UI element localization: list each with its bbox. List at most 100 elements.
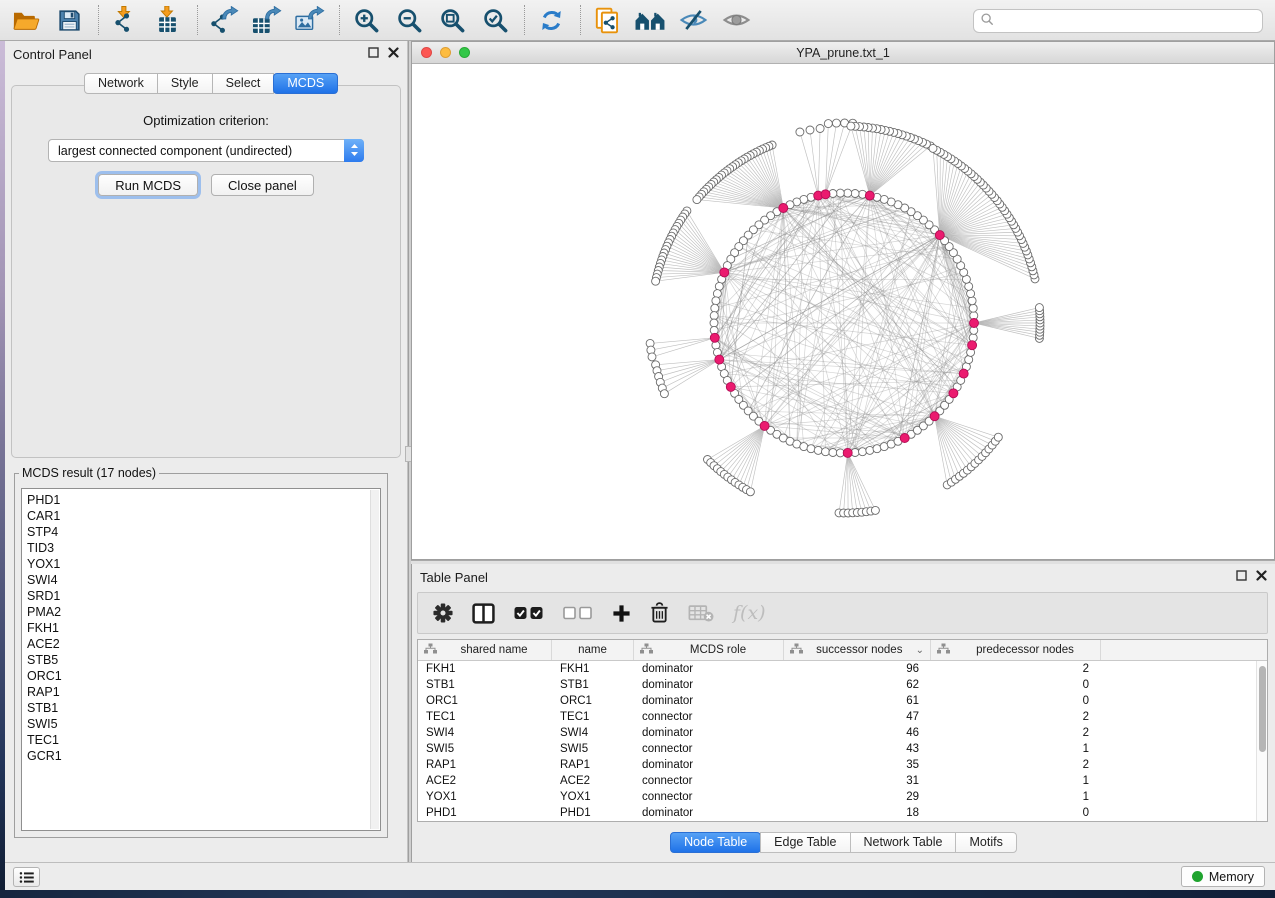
tab-motifs[interactable]: Motifs bbox=[955, 832, 1016, 853]
mcds-result-item[interactable]: GCR1 bbox=[27, 748, 380, 764]
mcds-hub-node[interactable] bbox=[900, 434, 909, 443]
hide-selected-icon[interactable] bbox=[677, 4, 709, 36]
mcds-hub-node[interactable] bbox=[930, 412, 939, 421]
mcds-hub-node[interactable] bbox=[710, 333, 719, 342]
export-image-icon[interactable] bbox=[294, 4, 326, 36]
export-network-icon[interactable] bbox=[208, 4, 240, 36]
mcds-result-item[interactable]: STP4 bbox=[27, 524, 380, 540]
mcds-hub-node[interactable] bbox=[821, 190, 830, 199]
criterion-dropdown[interactable]: largest connected component (undirected) bbox=[48, 139, 364, 162]
tab-mcds[interactable]: MCDS bbox=[273, 73, 338, 94]
add-column-icon[interactable] bbox=[612, 604, 631, 623]
mcds-result-item[interactable]: PHD1 bbox=[27, 492, 380, 508]
mcds-hub-node[interactable] bbox=[949, 389, 958, 398]
toolbar-icon-group bbox=[0, 4, 763, 36]
import-network-icon[interactable] bbox=[109, 4, 141, 36]
mcds-result-item[interactable]: STB5 bbox=[27, 652, 380, 668]
mcds-result-item[interactable]: CAR1 bbox=[27, 508, 380, 524]
column-header-name[interactable]: name bbox=[552, 640, 634, 660]
table-row[interactable]: SWI4SWI4dominator462 bbox=[418, 725, 1256, 741]
table-row[interactable]: STB1STB1dominator620 bbox=[418, 677, 1256, 693]
table-row[interactable]: YOX1YOX1connector291 bbox=[418, 789, 1256, 805]
share-document-icon[interactable] bbox=[591, 4, 623, 36]
mcds-hub-node[interactable] bbox=[779, 204, 788, 213]
mcds-result-item[interactable]: TID3 bbox=[27, 540, 380, 556]
close-panel-button[interactable]: Close panel bbox=[211, 174, 314, 196]
tab-network[interactable]: Network bbox=[84, 73, 158, 94]
float-panel-icon[interactable] bbox=[368, 47, 379, 58]
mcds-hub-node[interactable] bbox=[715, 355, 724, 364]
column-header-predecessor-nodes[interactable]: predecessor nodes bbox=[931, 640, 1101, 660]
mcds-hub-node[interactable] bbox=[726, 382, 735, 391]
tab-select[interactable]: Select bbox=[212, 73, 275, 94]
import-table-icon[interactable] bbox=[152, 4, 184, 36]
save-session-icon[interactable] bbox=[53, 4, 85, 36]
mcds-hub-node[interactable] bbox=[935, 231, 944, 240]
table-row[interactable]: RAP1RAP1dominator352 bbox=[418, 757, 1256, 773]
table-row[interactable]: FKH1FKH1dominator962 bbox=[418, 661, 1256, 677]
close-panel-icon[interactable] bbox=[388, 47, 399, 58]
mcds-result-item[interactable]: ACE2 bbox=[27, 636, 380, 652]
column-header-MCDS-role[interactable]: MCDS role bbox=[634, 640, 784, 660]
mcds-result-item[interactable]: STB1 bbox=[27, 700, 380, 716]
mcds-result-item[interactable]: YOX1 bbox=[27, 556, 380, 572]
mcds-result-item[interactable]: SWI5 bbox=[27, 716, 380, 732]
mcds-hub-node[interactable] bbox=[959, 369, 968, 378]
settings-icon[interactable] bbox=[433, 603, 453, 623]
cell-successor-nodes: 29 bbox=[784, 789, 919, 805]
select-all-checkboxes-icon[interactable] bbox=[514, 605, 544, 621]
mcds-hub-node[interactable] bbox=[865, 191, 874, 200]
mcds-result-item[interactable]: TEC1 bbox=[27, 732, 380, 748]
mcds-result-item[interactable]: SWI4 bbox=[27, 572, 380, 588]
zoom-out-icon[interactable] bbox=[393, 4, 425, 36]
mcds-result-item[interactable]: PMA2 bbox=[27, 604, 380, 620]
sort-indicator-icon[interactable]: ⌄ bbox=[916, 645, 924, 656]
open-file-icon[interactable] bbox=[10, 4, 42, 36]
result-scrollbar[interactable] bbox=[370, 490, 379, 829]
tab-network-table[interactable]: Network Table bbox=[850, 832, 957, 853]
show-panels-button[interactable] bbox=[13, 867, 40, 887]
scrollbar-thumb[interactable] bbox=[1259, 666, 1266, 752]
search-input[interactable] bbox=[999, 14, 1256, 28]
tab-edge-table[interactable]: Edge Table bbox=[760, 832, 850, 853]
zoom-fit-icon[interactable] bbox=[436, 4, 468, 36]
table-row[interactable]: ACE2ACE2connector311 bbox=[418, 773, 1256, 789]
mcds-hub-node[interactable] bbox=[843, 448, 852, 457]
column-header-shared-name[interactable]: shared name bbox=[418, 640, 552, 660]
mcds-hub-node[interactable] bbox=[720, 268, 729, 277]
tab-style[interactable]: Style bbox=[157, 73, 213, 94]
mcds-result-item[interactable]: FKH1 bbox=[27, 620, 380, 636]
cell-predecessor-nodes: 1 bbox=[931, 741, 1089, 757]
run-mcds-button[interactable]: Run MCDS bbox=[98, 174, 198, 196]
refresh-network-icon[interactable] bbox=[535, 4, 567, 36]
mcds-result-item[interactable]: RAP1 bbox=[27, 684, 380, 700]
network-graph[interactable] bbox=[412, 64, 1274, 559]
column-header-successor-nodes[interactable]: successor nodes⌄ bbox=[784, 640, 931, 660]
mcds-hub-node[interactable] bbox=[968, 341, 977, 350]
search-box[interactable] bbox=[973, 9, 1263, 33]
columns-icon[interactable] bbox=[472, 603, 495, 624]
mcds-result-item[interactable]: SRD1 bbox=[27, 588, 380, 604]
network-canvas[interactable] bbox=[412, 64, 1274, 559]
zoom-selected-icon[interactable] bbox=[479, 4, 511, 36]
float-table-panel-icon[interactable] bbox=[1236, 570, 1247, 581]
table-row[interactable]: TEC1TEC1connector472 bbox=[418, 709, 1256, 725]
close-table-panel-icon[interactable] bbox=[1256, 570, 1267, 581]
zoom-in-icon[interactable] bbox=[350, 4, 382, 36]
table-header: shared namenameMCDS rolesuccessor nodes⌄… bbox=[418, 640, 1267, 661]
table-scrollbar[interactable] bbox=[1256, 661, 1267, 821]
table-row[interactable]: SWI5SWI5connector431 bbox=[418, 741, 1256, 757]
export-table-icon[interactable] bbox=[251, 4, 283, 36]
table-row[interactable]: ORC1ORC1dominator610 bbox=[418, 693, 1256, 709]
mcds-hub-node[interactable] bbox=[760, 421, 769, 430]
delete-column-icon[interactable] bbox=[650, 602, 669, 624]
memory-button[interactable]: Memory bbox=[1181, 866, 1265, 887]
first-neighbors-icon[interactable] bbox=[634, 4, 666, 36]
mcds-result-list[interactable]: PHD1CAR1STP4TID3YOX1SWI4SRD1PMA2FKH1ACE2… bbox=[21, 488, 381, 831]
table-row[interactable]: PHD1PHD1dominator180 bbox=[418, 805, 1256, 821]
network-window-titlebar[interactable]: YPA_prune.txt_1 bbox=[412, 42, 1274, 64]
tab-node-table[interactable]: Node Table bbox=[670, 832, 761, 853]
mcds-result-item[interactable]: ORC1 bbox=[27, 668, 380, 684]
deselect-all-checkboxes-icon[interactable] bbox=[563, 605, 593, 621]
mcds-hub-node[interactable] bbox=[970, 319, 979, 328]
